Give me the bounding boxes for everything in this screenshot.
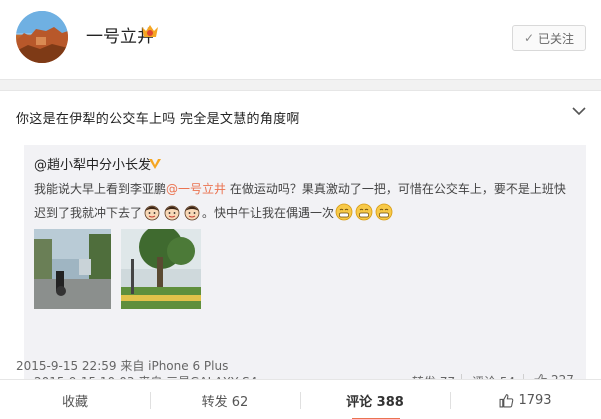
chevron-down-icon[interactable] [572,101,586,116]
text-segment: 在做运动吗？果真激动了一把，可惜在公交车上，要不是上班快 [226,182,566,196]
text-segment: 。快中午让我在偶遇一次 [202,205,335,220]
vip-badge-icon [148,155,162,169]
text-segment: 迟到了我就冲下去了 [34,205,143,220]
thumbs-up-icon [499,393,514,407]
avatar[interactable] [16,11,68,63]
vip-badge-icon [140,22,160,40]
repost-button[interactable]: 转发 62 [150,380,300,419]
follow-button[interactable]: ✓ 已关注 [512,25,586,51]
post-meta: 2015-9-15 22:59 来自 iPhone 6 Plus [16,359,229,373]
photo-thumbnail[interactable] [34,229,111,309]
mention-link[interactable]: @一号立井 [166,182,226,196]
photo-thumbnail[interactable] [121,229,201,309]
favorite-label: 收藏 [61,394,88,410]
comment-button[interactable]: 评论 388 [300,380,450,419]
separator [0,81,601,90]
emoji-face-icon [142,203,202,221]
grin-emoji-icon [334,203,394,221]
comment-label: 评论 388 [346,394,404,410]
original-text-line2: 迟到了我就冲下去了 。快中午让我在偶遇一次 [34,203,394,221]
favorite-button[interactable]: 收藏 [0,380,150,419]
text-segment: 我能说大早上看到李亚鹏 [34,182,167,196]
post-card: 你这是在伊犁的公交车上吗 完全是文慧的角度啊 @趙小犁中分小长发 我能说大早上看… [0,90,601,419]
check-icon: ✓ [523,31,535,45]
post-text: 你这是在伊犁的公交车上吗 完全是文慧的角度啊 [16,112,300,127]
original-text-line1: 我能说大早上看到李亚鹏@一号立井 在做运动吗？果真激动了一把，可惜在公交车上，要… [34,180,566,197]
repost-label: 转发 62 [201,394,249,410]
like-label: 1793 [518,392,552,408]
like-button[interactable]: 1793 [450,380,601,419]
weibo-header: 一号立井 ✓ 已关注 [0,0,601,80]
follow-label: 已关注 [538,31,575,46]
action-bar: 收藏 转发 62 评论 388 1793 [0,379,601,419]
original-author[interactable]: @趙小犁中分小长发 [34,154,151,173]
